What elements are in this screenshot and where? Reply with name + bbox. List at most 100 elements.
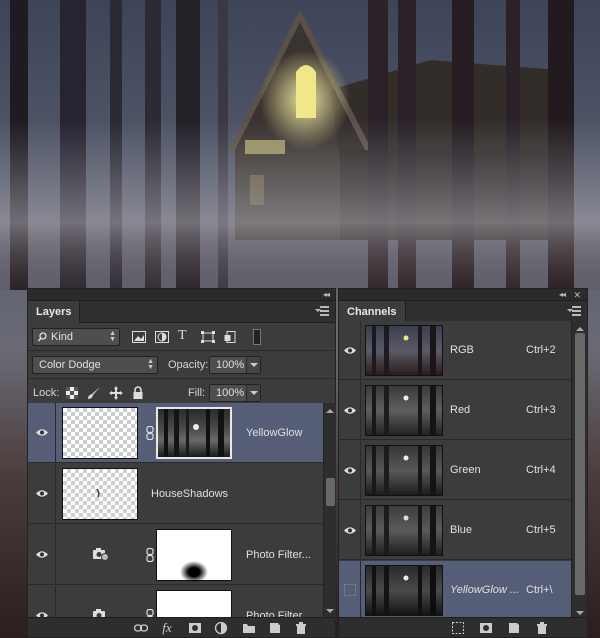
layer-name[interactable]: Photo Filter... (246, 586, 311, 619)
layer-name[interactable]: YellowGlow (246, 403, 302, 463)
visibility-toggle[interactable] (339, 561, 361, 620)
scroll-thumb[interactable] (575, 333, 585, 595)
blend-mode-select[interactable]: Color Dodge ▲ ▼ (32, 356, 158, 374)
filter-kind-label: Kind (51, 331, 74, 343)
visibility-toggle[interactable] (28, 525, 56, 585)
search-icon (38, 332, 47, 342)
opacity-field[interactable]: 100% (209, 356, 261, 374)
lock-label: Lock: (33, 387, 60, 399)
filter-row: Kind ▲ ▼ T (28, 323, 335, 351)
trash-icon[interactable] (294, 621, 308, 635)
channels-panel: ◂◂ ✕ Channels RGB Ctrl+2 Red Ctrl+3 Gree… (338, 288, 588, 638)
fill-value: 100% (216, 387, 245, 399)
scroll-up-icon[interactable] (576, 323, 584, 331)
type-filter-icon[interactable]: T (178, 329, 192, 343)
layer-row-houseshadows[interactable]: HouseShadows (28, 464, 323, 524)
channel-shortcut: Ctrl+2 (526, 344, 556, 356)
layer-name[interactable]: HouseShadows (151, 464, 228, 524)
layer-thumbnail[interactable] (62, 468, 138, 520)
layer-mask-thumbnail[interactable] (156, 407, 232, 459)
channel-shortcut: Ctrl+4 (526, 464, 556, 476)
eye-icon (344, 527, 356, 534)
channel-name: Red (450, 404, 471, 416)
visibility-toggle[interactable] (339, 381, 361, 440)
new-layer-icon[interactable] (268, 621, 282, 635)
panel-menu-icon[interactable] (567, 306, 581, 318)
layer-thumbnail[interactable] (62, 407, 138, 459)
channel-thumbnail (365, 385, 443, 436)
opacity-label: Opacity: (168, 359, 209, 371)
link-icon[interactable] (134, 621, 148, 635)
panel-menu-icon[interactable] (315, 306, 329, 318)
close-icon[interactable]: ✕ (573, 289, 581, 301)
trash-icon[interactable] (535, 621, 549, 635)
fx-icon[interactable]: fx (160, 621, 174, 635)
blend-row: Color Dodge ▲ ▼ Opacity: 100% (28, 351, 335, 379)
channel-thumbnail (365, 445, 443, 496)
scroll-down-icon[interactable] (326, 609, 334, 617)
chain-link-icon[interactable] (146, 426, 154, 440)
eye-icon (36, 551, 48, 558)
chain-link-icon[interactable] (146, 548, 154, 562)
channel-shortcut: Ctrl+5 (526, 524, 556, 536)
move-icon[interactable] (109, 386, 123, 400)
pixel-filter-icon[interactable] (132, 331, 146, 343)
channel-row-red[interactable]: Red Ctrl+3 (339, 381, 571, 440)
panel-header-bar: ◂◂ (28, 289, 335, 301)
collapse-icon[interactable]: ◂◂ (323, 289, 330, 301)
folder-icon[interactable] (242, 621, 256, 635)
add-mask-icon[interactable] (188, 621, 202, 635)
channel-row-yellowglow[interactable]: YellowGlow ... Ctrl+\ (339, 561, 571, 620)
lock-transparency-icon[interactable] (65, 386, 79, 400)
eye-icon (344, 467, 356, 474)
collapse-icon[interactable]: ◂◂ (559, 289, 566, 301)
scroll-thumb[interactable] (326, 478, 335, 506)
channel-shortcut: Ctrl+3 (526, 404, 556, 416)
visibility-toggle[interactable] (339, 501, 361, 560)
visibility-toggle[interactable] (28, 403, 56, 463)
layer-mask-thumbnail[interactable] (156, 590, 232, 619)
channels-scrollbar[interactable] (571, 321, 587, 621)
chevron-down-icon[interactable] (246, 357, 260, 373)
lock-icon[interactable] (131, 386, 145, 400)
filter-toggle-switch[interactable] (253, 329, 261, 345)
adjustment-filter-icon[interactable] (155, 331, 169, 343)
channel-row-green[interactable]: Green Ctrl+4 (339, 441, 571, 500)
visibility-toggle[interactable] (28, 464, 56, 524)
channels-tab-bar: Channels (339, 301, 587, 323)
eye-icon (36, 490, 48, 497)
fill-field[interactable]: 100% (209, 384, 261, 402)
layer-list: YellowGlow HouseShadows Photo Filter... (28, 403, 323, 619)
layer-mask-thumbnail[interactable] (156, 529, 232, 583)
load-selection-icon[interactable] (451, 621, 465, 635)
smart-object-filter-icon[interactable] (224, 331, 238, 343)
layers-bottom-toolbar: fx (28, 617, 335, 637)
visibility-toggle[interactable] (28, 586, 56, 619)
layer-name[interactable]: Photo Filter... (246, 525, 311, 585)
fill-label: Fill: (188, 387, 206, 399)
layer-row-photo-filter[interactable]: Photo Filter... (28, 525, 323, 585)
layers-scrollbar[interactable] (323, 403, 336, 619)
channel-row-blue[interactable]: Blue Ctrl+5 (339, 501, 571, 560)
tab-layers[interactable]: Layers (28, 301, 81, 323)
eye-icon (344, 407, 356, 414)
shape-filter-icon[interactable] (201, 331, 215, 343)
channel-row-rgb[interactable]: RGB Ctrl+2 (339, 321, 571, 380)
visibility-toggle[interactable] (339, 321, 361, 380)
layer-row-yellowglow[interactable]: YellowGlow (28, 403, 323, 463)
new-channel-icon[interactable] (507, 621, 521, 635)
channel-name: RGB (450, 344, 474, 356)
adjustment-layer-icon[interactable] (214, 621, 228, 635)
channel-thumbnail (365, 325, 443, 376)
photo-filter-adjustment-icon[interactable] (92, 547, 110, 561)
layers-tab-bar: Layers (28, 301, 335, 323)
brush-icon[interactable] (87, 386, 101, 400)
visibility-off-box (344, 584, 356, 596)
tab-channels[interactable]: Channels (339, 301, 406, 323)
save-selection-mask-icon[interactable] (479, 621, 493, 635)
layer-row-photo-filter-2[interactable]: Photo Filter... (28, 586, 323, 619)
chevron-down-icon[interactable] (246, 385, 260, 401)
visibility-toggle[interactable] (339, 441, 361, 500)
scroll-up-icon[interactable] (326, 405, 334, 413)
filter-kind-select[interactable]: Kind ▲ ▼ (32, 328, 120, 346)
